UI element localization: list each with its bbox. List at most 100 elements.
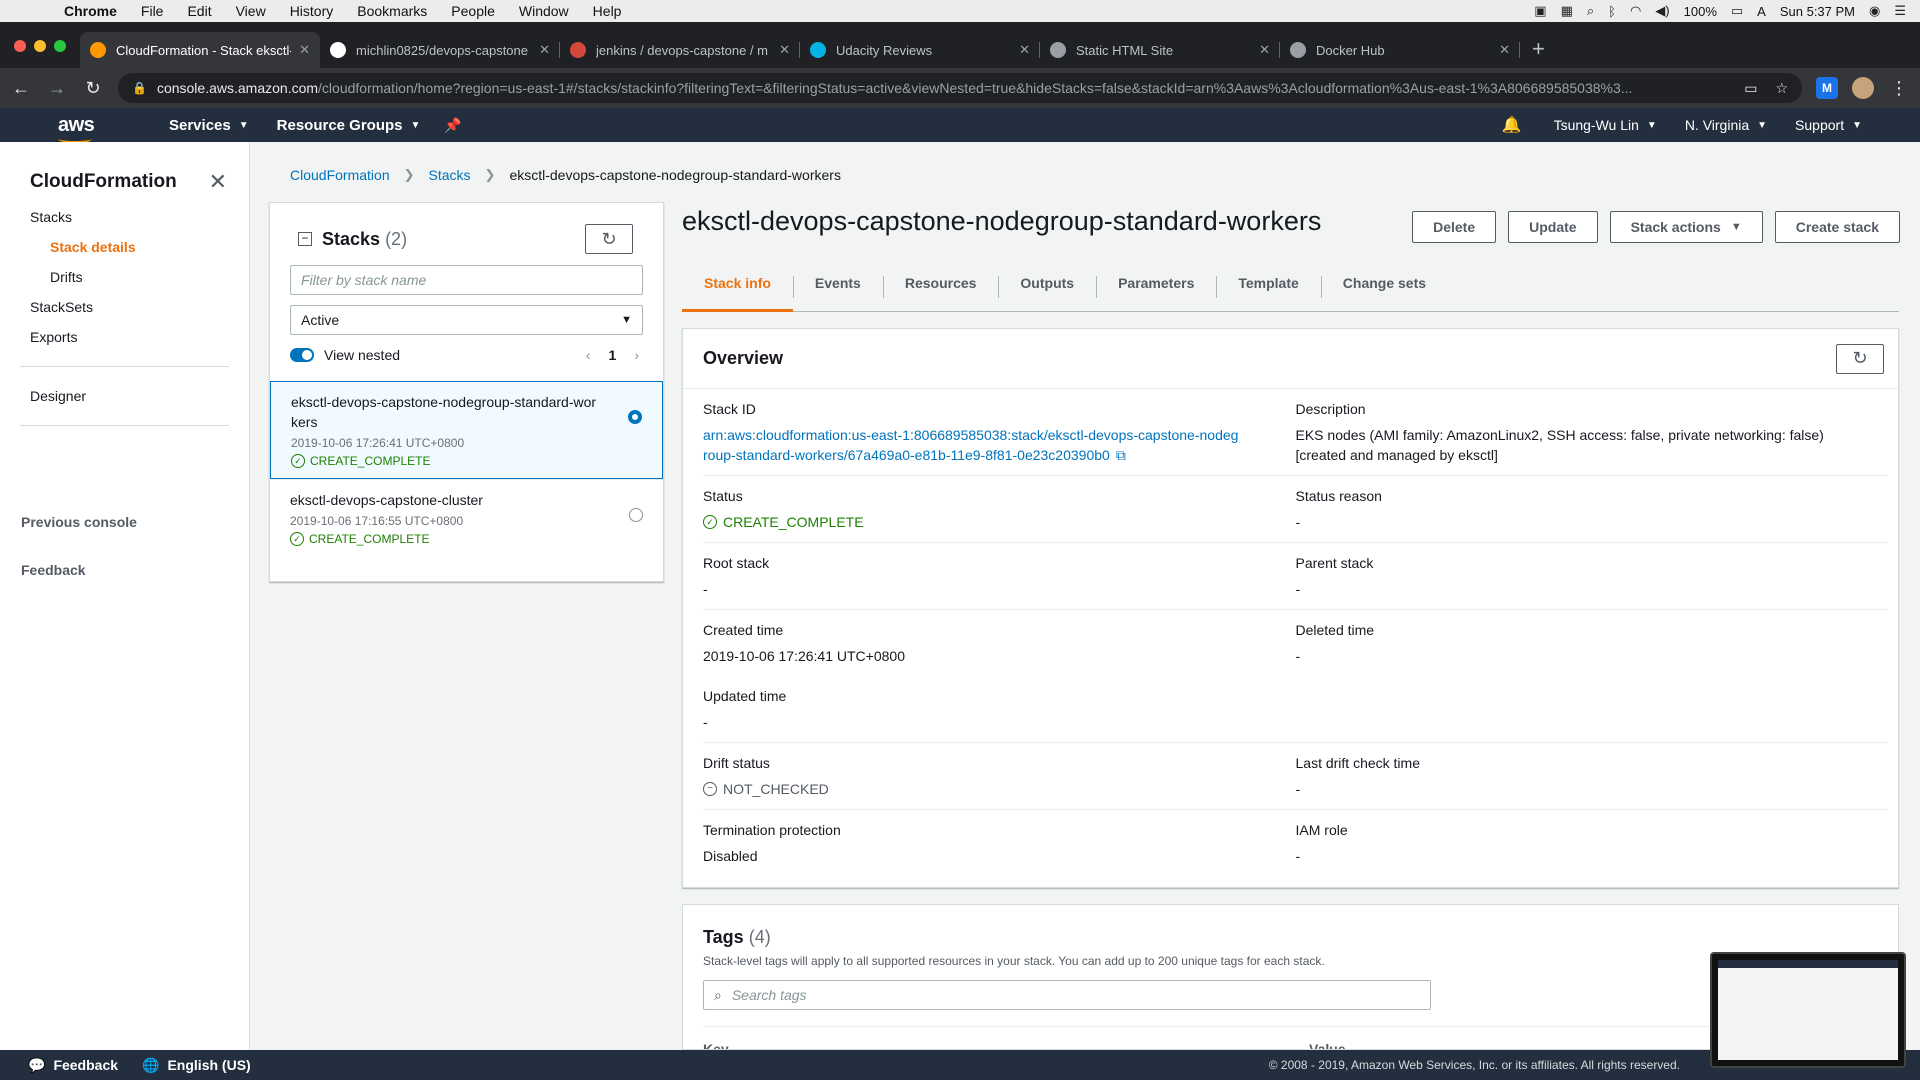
tab-change-sets[interactable]: Change sets [1320, 262, 1448, 312]
minimize-window-button[interactable] [34, 40, 46, 52]
close-tab-icon[interactable]: ✕ [539, 42, 550, 58]
sidebar-item-drifts[interactable]: Drifts [30, 262, 249, 292]
status-filter-select[interactable]: Active ▼ [290, 305, 643, 335]
update-button[interactable]: Update [1508, 211, 1598, 243]
sidebar-item-exports[interactable]: Exports [30, 322, 249, 352]
overview-row: Root stack - Parent stack - [703, 543, 1888, 610]
browser-tab[interactable]: Static HTML Site ✕ [1040, 32, 1280, 68]
aws-logo[interactable]: aws [0, 114, 100, 143]
refresh-overview-button[interactable]: ↻ [1836, 343, 1884, 374]
mac-menu-history[interactable]: History [278, 3, 346, 19]
sidebar-item-designer[interactable]: Designer [30, 381, 249, 411]
stack-id-link[interactable]: arn:aws:cloudformation:us-east-1:8066895… [703, 425, 1243, 465]
current-page[interactable]: 1 [609, 347, 617, 363]
browser-tab[interactable]: CloudFormation - Stack eksctl- ✕ [80, 32, 320, 68]
new-tab-button[interactable]: + [1520, 36, 1557, 68]
browser-tab[interactable]: Docker Hub ✕ [1280, 32, 1520, 68]
mac-menu-edit[interactable]: Edit [175, 3, 223, 19]
grid-icon[interactable]: ▦ [1561, 3, 1573, 19]
stack-select-radio[interactable] [628, 410, 642, 424]
forward-icon[interactable]: → [46, 78, 68, 99]
close-tab-icon[interactable]: ✕ [299, 42, 310, 58]
sidebar-item-stacks[interactable]: Stacks [30, 202, 249, 232]
close-tab-icon[interactable]: ✕ [1259, 42, 1270, 58]
close-tab-icon[interactable]: ✕ [779, 42, 790, 58]
address-bar[interactable]: 🔒 console.aws.amazon.com /cloudformation… [118, 73, 1802, 103]
region-menu[interactable]: N. Virginia ▼ [1671, 117, 1781, 133]
divider [20, 366, 229, 367]
battery-icon[interactable]: ▭ [1731, 3, 1743, 19]
mac-menu-chrome[interactable]: Chrome [52, 3, 129, 19]
stack-list-item[interactable]: eksctl-devops-capstone-cluster 2019-10-06… [270, 479, 663, 556]
view-nested-toggle[interactable] [290, 348, 314, 362]
search-icon[interactable]: ⌕ [1587, 3, 1594, 19]
breadcrumb-stacks[interactable]: Stacks [429, 167, 471, 183]
refresh-stacks-button[interactable]: ↻ [585, 224, 633, 254]
account-menu[interactable]: Tsung-Wu Lin ▼ [1540, 117, 1671, 133]
clock[interactable]: Sun 5:37 PM [1780, 4, 1855, 19]
close-window-button[interactable] [14, 40, 26, 52]
tab-outputs[interactable]: Outputs [998, 262, 1096, 312]
docker-icon[interactable]: ▣ [1534, 3, 1546, 19]
language-selector[interactable]: 🌐 English (US) [118, 1057, 251, 1074]
reload-icon[interactable]: ↻ [82, 78, 104, 99]
col-key[interactable]: Key [703, 1041, 1309, 1049]
footer-feedback[interactable]: 💬 Feedback [0, 1057, 118, 1074]
col-value[interactable]: Value [1309, 1041, 1346, 1049]
tab-stack-info[interactable]: Stack info [682, 262, 793, 312]
breadcrumb-cloudformation[interactable]: CloudFormation [290, 167, 390, 183]
sidebar-title[interactable]: CloudFormation [30, 171, 177, 193]
stack-actions-dropdown[interactable]: Stack actions ▼ [1609, 211, 1763, 243]
profile-avatar[interactable] [1852, 77, 1874, 99]
support-menu[interactable]: Support ▼ [1781, 117, 1920, 133]
close-tab-icon[interactable]: ✕ [1019, 42, 1030, 58]
extension-icon[interactable]: M [1816, 77, 1838, 99]
collapse-icon[interactable]: − [298, 232, 312, 246]
mac-menu-window[interactable]: Window [507, 3, 581, 19]
volume-icon[interactable]: ◀) [1655, 3, 1669, 19]
cast-icon[interactable]: ▭ [1744, 80, 1757, 97]
back-icon[interactable]: ← [10, 78, 32, 99]
services-menu[interactable]: Services ▼ [155, 117, 263, 134]
bluetooth-icon[interactable]: ᛒ [1608, 4, 1616, 19]
close-icon[interactable]: ✕ [209, 169, 227, 195]
search-tags-input[interactable]: ⌕ Search tags [703, 980, 1431, 1010]
delete-button[interactable]: Delete [1412, 211, 1497, 243]
bookmark-star-icon[interactable]: ☆ [1775, 80, 1788, 97]
browser-tab[interactable]: michlin0825/devops-capstone ✕ [320, 32, 560, 68]
sidebar-feedback-link[interactable]: Feedback [21, 554, 249, 586]
tab-template[interactable]: Template [1216, 262, 1320, 312]
stack-list-item[interactable]: eksctl-devops-capstone-nodegroup-standar… [270, 381, 663, 479]
wifi-icon[interactable]: ◠ [1630, 3, 1641, 19]
tab-parameters[interactable]: Parameters [1096, 262, 1216, 312]
tab-events[interactable]: Events [792, 262, 883, 312]
tab-resources[interactable]: Resources [882, 262, 999, 312]
resource-groups-menu[interactable]: Resource Groups ▼ [263, 117, 435, 134]
close-tab-icon[interactable]: ✕ [1499, 42, 1510, 58]
mac-menu-people[interactable]: People [439, 3, 507, 19]
zoom-window-button[interactable] [54, 40, 66, 52]
siri-icon[interactable]: ◉ [1869, 3, 1880, 19]
next-page-icon[interactable]: › [634, 347, 639, 363]
mac-menu-help[interactable]: Help [581, 3, 634, 19]
previous-console-link[interactable]: Previous console [21, 506, 249, 538]
create-stack-button[interactable]: Create stack [1774, 211, 1900, 243]
notification-center-icon[interactable]: ☰ [1894, 3, 1906, 19]
chrome-menu-icon[interactable]: ⋮ [1888, 78, 1910, 99]
mac-menu-bookmarks[interactable]: Bookmarks [345, 3, 439, 19]
sidebar-item-stack-details[interactable]: Stack details [30, 232, 249, 262]
input-source[interactable]: A [1757, 4, 1766, 19]
pin-icon[interactable]: 📌 [434, 117, 471, 134]
stack-filter-input[interactable]: Filter by stack name [290, 265, 643, 295]
screenshot-thumbnail[interactable] [1710, 952, 1906, 1068]
prev-page-icon[interactable]: ‹ [586, 347, 591, 363]
stack-select-radio[interactable] [629, 508, 643, 522]
browser-tab[interactable]: Udacity Reviews ✕ [800, 32, 1040, 68]
bell-icon[interactable]: 🔔 [1484, 115, 1540, 135]
browser-tab[interactable]: jenkins / devops-capstone / m ✕ [560, 32, 800, 68]
search-icon: ⌕ [714, 986, 722, 1003]
sidebar-item-stacksets[interactable]: StackSets [30, 292, 249, 322]
lock-icon[interactable]: 🔒 [132, 81, 147, 95]
mac-menu-view[interactable]: View [224, 3, 278, 19]
mac-menu-file[interactable]: File [129, 3, 176, 19]
